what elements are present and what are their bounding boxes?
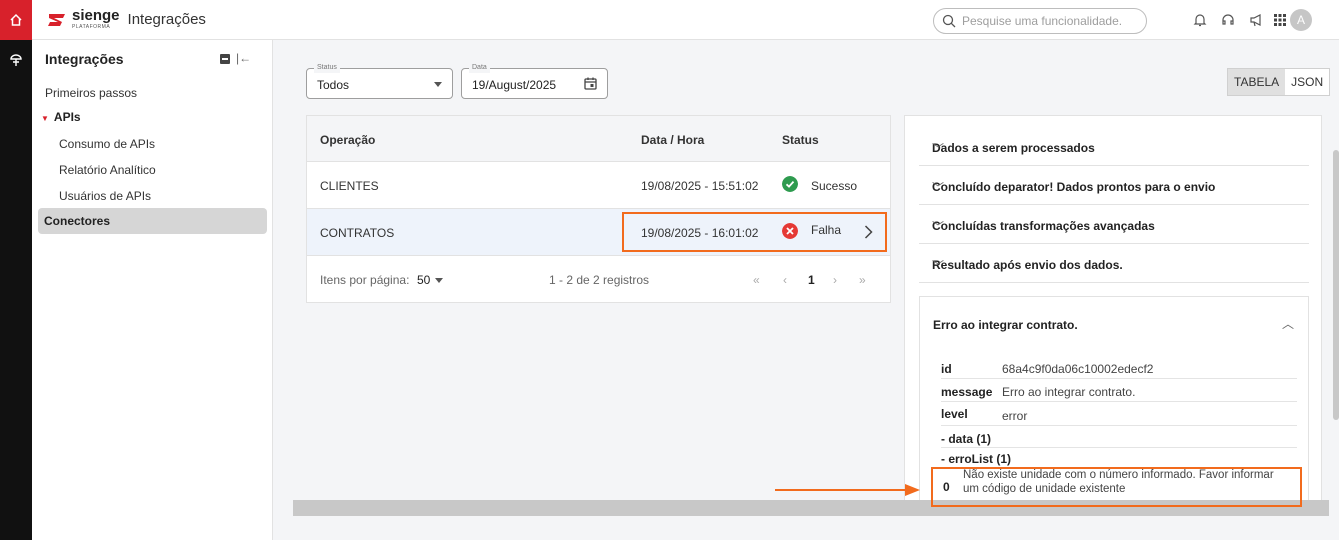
sienge-logo-icon	[48, 13, 65, 26]
caret-down-icon: ▼	[41, 114, 49, 123]
operations-table: Operação Data / Hora Status CLIENTES 19/…	[306, 115, 891, 303]
app-title: Integrações	[127, 11, 206, 28]
date-value: 19/August/2025	[472, 78, 557, 92]
value-message: Erro ao integrar contrato.	[1002, 385, 1136, 399]
divider	[941, 447, 1297, 448]
sidebar: Integrações |← Primeiros passos ▼ APIs Co…	[32, 40, 273, 540]
sidebar-item-conectores[interactable]: Conectores	[38, 208, 267, 234]
date-label: Data	[469, 63, 490, 73]
key-data[interactable]: - data (1)	[941, 432, 991, 446]
error-title[interactable]: Erro ao integrar contrato.	[933, 318, 1078, 332]
tab-json[interactable]: JSON	[1285, 69, 1329, 95]
header-operacao[interactable]: Operação	[320, 133, 375, 147]
key-message: message	[941, 385, 993, 399]
date-field[interactable]: Data 19/August/2025	[461, 63, 608, 99]
divider	[941, 425, 1297, 426]
home-icon[interactable]	[0, 0, 32, 40]
sidebar-item-apis[interactable]: ▼ APIs	[41, 110, 81, 124]
avatar[interactable]: A	[1290, 9, 1312, 31]
sidebar-item-primeiros-passos[interactable]: Primeiros passos	[45, 86, 137, 100]
minimize-icon[interactable]	[220, 54, 230, 64]
sidebar-item-relatorio[interactable]: Relatório Analítico	[59, 163, 156, 177]
sidebar-title: Integrações	[45, 51, 124, 67]
sidebar-item-usuarios[interactable]: Usuários de APIs	[59, 189, 151, 203]
per-page-label: Itens por página:	[320, 273, 410, 287]
brand-sub: PLATAFORMA	[72, 24, 111, 30]
value-level: error	[1002, 409, 1028, 423]
dropdown-arrow-icon	[434, 82, 442, 87]
sienge-logo[interactable]: sienge PLATAFORMA	[46, 7, 120, 30]
cell-data-hora: 19/08/2025 - 15:51:02	[641, 179, 759, 193]
collapse-sidebar-icon[interactable]: |←	[236, 51, 251, 65]
value-id: 68a4c9f0da06c10002edecf2	[1002, 362, 1154, 376]
headset-icon[interactable]	[1219, 11, 1237, 29]
last-page-icon[interactable]: »	[859, 273, 866, 287]
chevron-down-icon: ﹀	[932, 181, 945, 195]
per-page-arrow-icon[interactable]	[435, 278, 443, 283]
chevron-down-icon: ﹀	[932, 142, 945, 156]
search-input[interactable]	[962, 14, 1132, 28]
status-label: Status	[314, 63, 340, 73]
divider	[941, 401, 1297, 402]
section-transformacoes[interactable]: Concluídas transformações avançadas ﹀	[919, 206, 1309, 244]
status-select[interactable]: Status Todos	[306, 63, 453, 99]
annotation-arrow-icon	[775, 484, 920, 496]
section-resultado[interactable]: Resultado após envio dos dados. ﹀	[919, 245, 1309, 283]
section-dados-processados[interactable]: Dados a serem processados ﹀	[919, 128, 1309, 166]
tab-tabela[interactable]: TABELA	[1228, 69, 1286, 95]
cell-status: Sucesso	[811, 179, 858, 193]
cell-operacao: CONTRATOS	[320, 226, 395, 240]
vertical-scrollbar[interactable]	[1333, 150, 1339, 420]
table-row[interactable]: CLIENTES 19/08/2025 - 15:51:02 Sucesso	[307, 162, 890, 209]
success-check-icon	[782, 176, 798, 192]
key-errolist[interactable]: - erroList (1)	[941, 452, 1011, 466]
search-icon	[942, 14, 956, 28]
highlight-box-error-message	[931, 467, 1302, 507]
brand-name: sienge	[72, 7, 120, 24]
first-page-icon[interactable]: «	[753, 273, 760, 287]
header-data-hora[interactable]: Data / Hora	[641, 133, 704, 147]
section-deparator[interactable]: Concluído deparator! Dados prontos para …	[919, 167, 1309, 205]
key-id: id	[941, 362, 952, 376]
divider	[941, 378, 1297, 379]
next-page-icon[interactable]: ›	[833, 273, 837, 287]
chevron-up-icon[interactable]: ︿	[1282, 315, 1294, 332]
current-page[interactable]: 1	[808, 273, 815, 287]
search-box[interactable]	[933, 8, 1147, 34]
sidebar-item-apis-label: APIs	[53, 110, 81, 124]
range-label: 1 - 2 de 2 registros	[549, 273, 650, 287]
per-page-select[interactable]: 50	[417, 273, 430, 287]
view-toggle: TABELA JSON	[1227, 68, 1331, 96]
status-value: Todos	[317, 78, 350, 92]
chevron-down-icon: ﹀	[932, 259, 945, 273]
paginator: Itens por página: 50 1 - 2 de 2 registro…	[307, 256, 890, 303]
details-panel: Dados a serem processados ﹀ Concluído de…	[904, 115, 1322, 506]
sidebar-item-conectores-label: Conectores	[44, 214, 111, 228]
calendar-icon[interactable]	[584, 77, 597, 90]
key-level: level	[941, 407, 968, 421]
megaphone-icon[interactable]	[1247, 11, 1265, 29]
sidebar-item-consumo-apis[interactable]: Consumo de APIs	[59, 137, 155, 151]
prev-page-icon[interactable]: ‹	[783, 273, 787, 287]
highlight-box-failed-row	[622, 212, 887, 252]
cell-operacao: CLIENTES	[320, 179, 379, 193]
table-header: Operação Data / Hora Status	[307, 116, 890, 162]
header-status[interactable]: Status	[782, 133, 819, 147]
chevron-down-icon: ﹀	[932, 220, 945, 234]
app-rail	[0, 0, 32, 540]
integrations-icon[interactable]	[0, 46, 32, 74]
bell-icon[interactable]	[1191, 11, 1209, 29]
